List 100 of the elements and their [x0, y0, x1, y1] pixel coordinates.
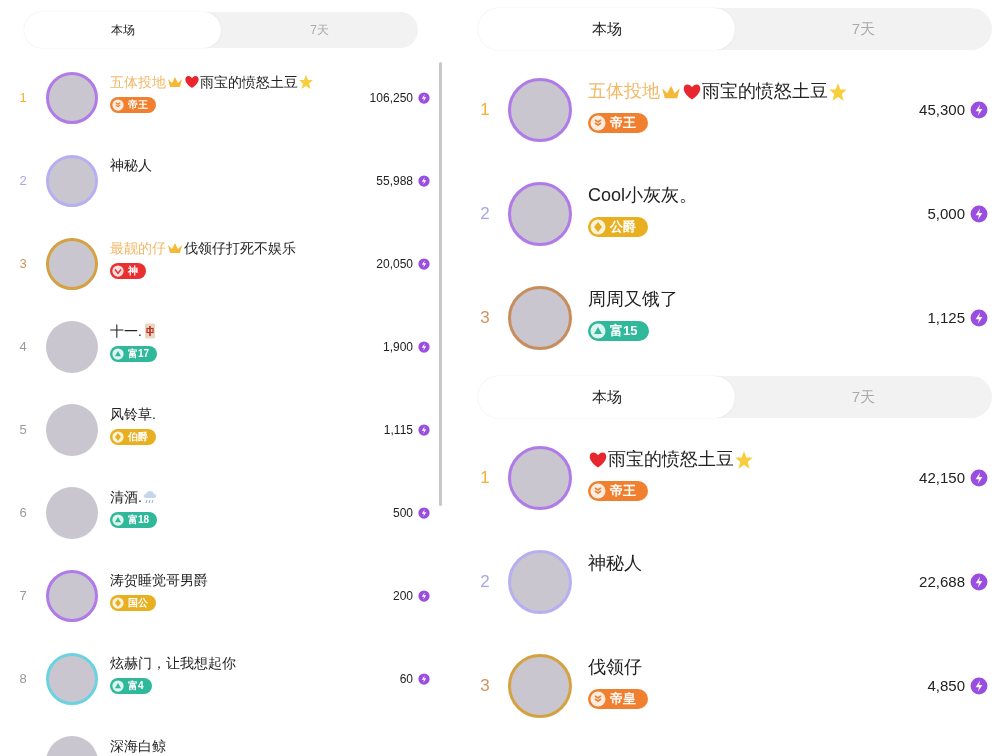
level-badge: 富15 [588, 321, 650, 341]
score-value: 20,050 [376, 255, 413, 273]
rank-number: 2 [480, 571, 490, 594]
nickname: 雨宝的愤怒土豆 [608, 448, 734, 471]
rank-number: 1 [480, 467, 490, 490]
score-value: 4,850 [927, 675, 965, 696]
score-value: 42,150 [919, 467, 965, 488]
rank-number: 8 [19, 669, 27, 688]
badge-emblem-icon [590, 323, 606, 339]
level-badge: 神 [110, 262, 146, 279]
avatar-placeholder[interactable] [46, 320, 98, 373]
avatar-placeholder[interactable] [508, 654, 572, 718]
score-value: 1,125 [927, 307, 965, 328]
coin-icon [418, 672, 430, 685]
coin-icon [418, 423, 430, 436]
nickname: 伐领仔打死不娱乐 [184, 238, 296, 258]
badge-emblem-icon [590, 219, 606, 235]
score-value: 45,300 [919, 99, 965, 120]
nickname: 深海白鲸 [110, 736, 166, 756]
badge-emblem-icon [112, 430, 124, 443]
tab[interactable]: 本场 [478, 376, 735, 418]
score-value: 5,000 [927, 203, 965, 224]
coin-icon [970, 469, 988, 487]
rank-number: 6 [19, 503, 27, 522]
coin-icon [418, 589, 430, 602]
nickname: 周周又饿了 [588, 288, 678, 311]
badge-emblem-icon [112, 98, 124, 111]
avatar-placeholder[interactable] [46, 486, 98, 539]
score-value: 500 [392, 504, 413, 522]
rank-number: 2 [19, 171, 27, 190]
coin-icon [970, 101, 988, 119]
badge-emblem-icon [590, 483, 606, 499]
level-badge: 公爵 [588, 217, 648, 237]
coin-icon [418, 257, 430, 270]
avatar-placeholder[interactable] [46, 403, 98, 456]
nickname: 风铃草. [110, 404, 156, 424]
rank-number: 7 [19, 586, 27, 605]
badge-emblem-icon [590, 691, 606, 707]
nickname: 十一. [110, 321, 142, 341]
coin-icon [418, 506, 430, 519]
nickname: 涛贺睡觉哥男爵 [110, 570, 208, 590]
coin-icon [418, 174, 430, 187]
rank-number: 3 [480, 675, 490, 698]
rank-number: 3 [480, 307, 490, 330]
avatar-placeholder[interactable] [508, 182, 572, 246]
avatar-placeholder[interactable] [508, 286, 572, 350]
coin-icon [970, 573, 988, 591]
level-badge: 帝王 [110, 96, 156, 113]
score-value: 106,250 [369, 89, 413, 107]
score-value: 22,688 [919, 571, 965, 592]
score-value: 200 [392, 587, 413, 605]
nickname: 神秘人 [588, 552, 642, 575]
tab[interactable]: 本场 [24, 12, 221, 48]
rank-number: 5 [19, 420, 27, 439]
rank-number: 4 [19, 337, 27, 356]
badge-emblem-icon [112, 679, 124, 692]
avatar-placeholder[interactable] [46, 154, 98, 207]
level-badge: 帝王 [588, 113, 648, 133]
level-badge: 帝王 [588, 481, 648, 501]
badge-emblem-icon [112, 347, 124, 360]
avatar-placeholder[interactable] [508, 78, 572, 142]
nickname: 雨宝的愤怒土豆 [702, 80, 828, 103]
badge-emblem-icon [112, 264, 124, 277]
nickname-prefix: 五体投地 [110, 72, 166, 92]
avatar-placeholder[interactable] [46, 569, 98, 622]
badge-emblem-icon [112, 513, 124, 526]
tab[interactable]: 本场 [478, 8, 735, 50]
avatar-placeholder[interactable] [508, 446, 572, 510]
coin-icon [970, 677, 988, 695]
nickname-prefix: 五体投地 [588, 80, 660, 103]
rank-number: 3 [19, 254, 27, 273]
avatar-placeholder[interactable] [46, 652, 98, 705]
score-value: 1,900 [382, 338, 413, 356]
rank-number: 1 [480, 99, 490, 122]
avatar-placeholder[interactable] [46, 237, 98, 290]
nickname: Cool小灰灰。 [588, 184, 698, 207]
level-badge: 富18 [110, 511, 158, 528]
badge-emblem-icon [590, 115, 606, 131]
coin-icon [970, 309, 988, 327]
coin-icon [418, 340, 430, 353]
nickname: 清酒. [110, 487, 142, 507]
level-badge: 伯爵 [110, 428, 156, 445]
nickname: 炫赫门，让我想起你 [110, 653, 236, 673]
level-badge: 帝皇 [588, 689, 648, 709]
rank-number: 2 [480, 203, 490, 226]
score-value: 55,988 [376, 172, 413, 190]
coin-icon [970, 205, 988, 223]
rank-number: 1 [19, 88, 27, 107]
score-value: 60 [399, 670, 413, 688]
avatar-placeholder[interactable] [46, 71, 98, 124]
score-value: 1,115 [383, 421, 413, 439]
scrollbar[interactable] [439, 62, 442, 506]
nickname-prefix: 最靓的仔 [110, 238, 166, 258]
level-badge: 国公 [110, 594, 156, 611]
nickname: 神秘人 [110, 155, 152, 175]
nickname: 雨宝的愤怒土豆 [200, 72, 298, 92]
nickname: 伐领仔 [588, 656, 642, 679]
level-badge: 富4 [110, 677, 152, 694]
badge-emblem-icon [112, 596, 124, 609]
level-badge: 富17 [110, 345, 158, 362]
